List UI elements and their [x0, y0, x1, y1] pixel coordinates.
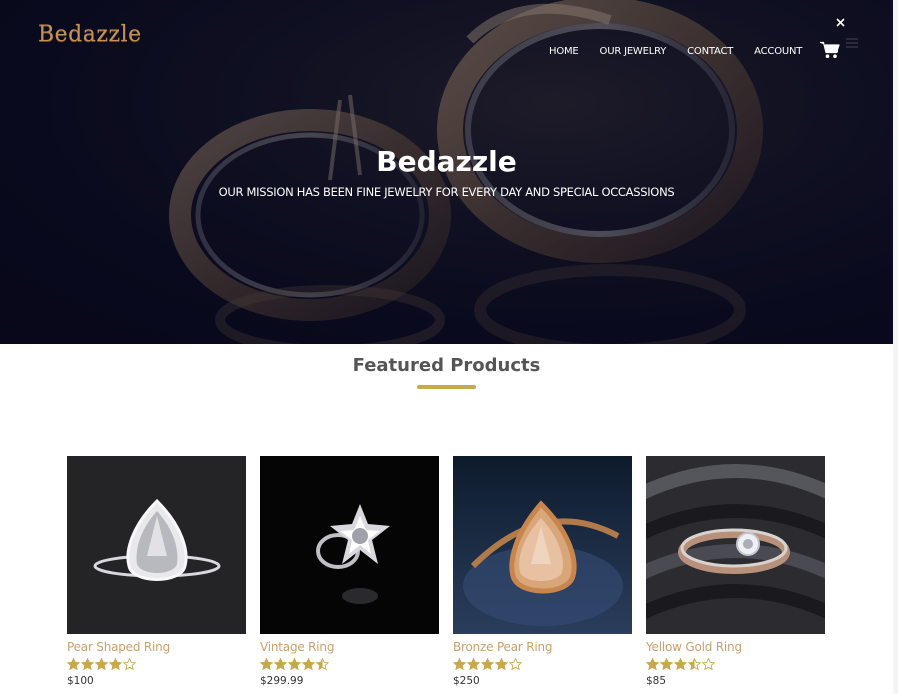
star-full-icon: [274, 658, 287, 670]
star-full-icon: [660, 658, 673, 670]
shopping-cart-icon[interactable]: [820, 41, 840, 59]
star-full-icon: [109, 658, 122, 670]
nav-account[interactable]: ACCOUNT: [754, 46, 802, 57]
product-price: $100: [67, 675, 94, 687]
product-rating: [260, 658, 439, 672]
star-full-icon: [453, 658, 466, 670]
product-rating: [646, 658, 825, 672]
product-card[interactable]: Vintage Ring $299.99: [260, 456, 439, 687]
star-full-icon: [95, 658, 108, 670]
pear-shaped-ring-image[interactable]: [67, 456, 246, 634]
star-half-icon: [316, 658, 329, 670]
star-full-icon: [674, 658, 687, 670]
product-grid: Pear Shaped Ring $100 Vintage Ring $299.…: [67, 456, 827, 694]
hero-banner: Bedazzle HOME OUR JEWELRY CONTACT ACCOUN…: [0, 0, 893, 344]
product-rating: [67, 658, 246, 672]
heading-underline: [417, 385, 476, 389]
product-rating: [453, 658, 632, 672]
star-full-icon: [67, 658, 80, 670]
product-name[interactable]: Vintage Ring: [260, 640, 439, 654]
star-full-icon: [646, 658, 659, 670]
vintage-ring-image[interactable]: [260, 456, 439, 634]
star-empty-icon: [702, 658, 715, 670]
brand-logo[interactable]: Bedazzle: [38, 22, 142, 47]
star-full-icon: [495, 658, 508, 670]
nav-contact[interactable]: CONTACT: [687, 46, 733, 57]
hero-subtitle: OUR MISSION HAS BEEN FINE JEWELRY FOR EV…: [218, 185, 675, 199]
star-half-icon: [688, 658, 701, 670]
product-name[interactable]: Bronze Pear Ring: [453, 640, 632, 654]
yellow-gold-ring-image[interactable]: [646, 456, 825, 634]
star-full-icon: [288, 658, 301, 670]
bronze-pear-ring-image[interactable]: [453, 456, 632, 634]
product-price: $299.99: [260, 675, 304, 687]
page-scroll-gutter: [893, 0, 898, 694]
star-full-icon: [302, 658, 315, 670]
close-icon[interactable]: [836, 18, 845, 27]
product-card[interactable]: Yellow Gold Ring $85: [646, 456, 825, 687]
main-nav: HOME OUR JEWELRY CONTACT ACCOUNT: [549, 46, 823, 57]
nav-home[interactable]: HOME: [549, 46, 579, 57]
hamburger-menu-icon[interactable]: [846, 38, 858, 48]
star-empty-icon: [123, 658, 136, 670]
product-card[interactable]: Bronze Pear Ring $250: [453, 456, 632, 687]
star-full-icon: [260, 658, 273, 670]
product-price: $250: [453, 675, 480, 687]
star-full-icon: [467, 658, 480, 670]
page: Bedazzle HOME OUR JEWELRY CONTACT ACCOUN…: [0, 0, 898, 694]
star-empty-icon: [509, 658, 522, 670]
star-full-icon: [481, 658, 494, 670]
product-name[interactable]: Yellow Gold Ring: [646, 640, 825, 654]
hero-title: Bedazzle: [376, 145, 517, 178]
nav-our-jewelry[interactable]: OUR JEWELRY: [600, 46, 667, 57]
product-name[interactable]: Pear Shaped Ring: [67, 640, 246, 654]
star-full-icon: [81, 658, 94, 670]
product-card[interactable]: Pear Shaped Ring $100: [67, 456, 246, 687]
product-price: $85: [646, 675, 667, 687]
featured-products-heading: Featured Products: [352, 355, 541, 376]
